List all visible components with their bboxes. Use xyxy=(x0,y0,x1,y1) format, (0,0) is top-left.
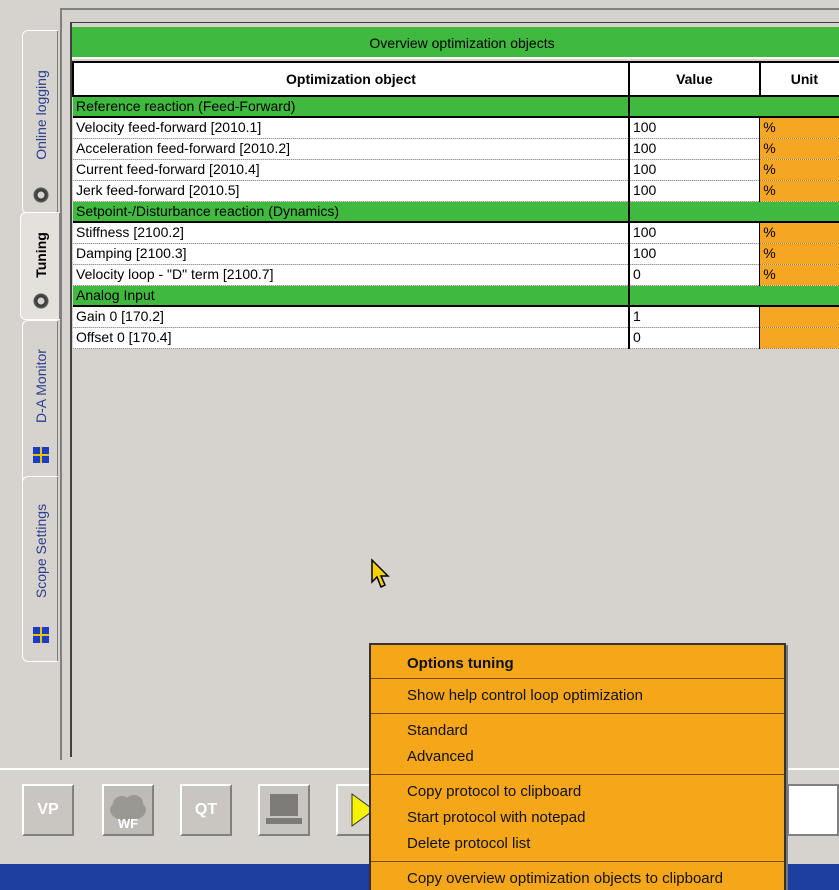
group-label: Analog Input xyxy=(73,285,630,307)
unit-cell xyxy=(759,306,839,328)
menu-separator xyxy=(371,861,784,862)
menu-item-delete-protocol-list[interactable]: Delete protocol list xyxy=(371,831,784,857)
group-label: Setpoint-/Disturbance reaction (Dynamics… xyxy=(73,201,630,223)
tab-tuning[interactable]: Tuning xyxy=(20,212,60,320)
vertical-tab-strip: Online logging Tuning D-A Monitor Scope … xyxy=(0,0,60,760)
unit-cell: % xyxy=(759,222,839,244)
tab-online-logging-label: Online logging xyxy=(32,69,49,160)
column-header-unit[interactable]: Unit xyxy=(758,61,839,97)
object-name: Offset 0 [170.4] xyxy=(73,327,630,349)
gear-icon xyxy=(32,293,49,309)
monitor-button[interactable] xyxy=(258,784,310,836)
group-unit-cell xyxy=(759,285,839,307)
menu-separator xyxy=(371,713,784,714)
group-row: Analog Input xyxy=(73,285,839,307)
menu-item-standard[interactable]: Standard xyxy=(371,718,784,744)
value-cell[interactable]: 100 xyxy=(628,180,760,202)
menu-item-copy-overview[interactable]: Copy overview optimization objects to cl… xyxy=(371,866,784,890)
table-row[interactable]: Stiffness [2100.2] 100 % xyxy=(73,222,839,244)
object-name: Acceleration feed-forward [2010.2] xyxy=(73,138,630,160)
group-unit-cell xyxy=(759,96,839,118)
tab-scope-settings[interactable]: Scope Settings xyxy=(22,476,58,662)
table-header-row: Optimization object Value Unit xyxy=(72,61,839,97)
options-tuning-menu: Options tuning Show help control loop op… xyxy=(369,643,786,890)
flag-icon xyxy=(32,447,49,463)
menu-title: Options tuning xyxy=(407,655,514,672)
toolbar-text-field[interactable] xyxy=(787,784,839,836)
tab-tuning-label: Tuning xyxy=(32,232,49,279)
object-name: Current feed-forward [2010.4] xyxy=(73,159,630,181)
group-unit-cell xyxy=(759,201,839,223)
column-header-value[interactable]: Value xyxy=(627,61,761,97)
group-value-cell xyxy=(628,201,760,223)
unit-cell: % xyxy=(759,138,839,160)
unit-cell xyxy=(759,327,839,349)
optimization-table: Optimization object Value Unit Reference… xyxy=(72,61,839,349)
object-name: Jerk feed-forward [2010.5] xyxy=(73,180,630,202)
object-name: Damping [2100.3] xyxy=(73,243,630,265)
grid-title: Overview optimization objects xyxy=(72,27,839,59)
value-cell[interactable]: 100 xyxy=(628,138,760,160)
object-name: Velocity feed-forward [2010.1] xyxy=(73,117,630,139)
table-row[interactable]: Jerk feed-forward [2010.5] 100 % xyxy=(73,180,839,202)
unit-cell: % xyxy=(759,159,839,181)
mouse-pointer-icon xyxy=(371,558,390,589)
value-cell[interactable]: 100 xyxy=(628,243,760,265)
table-row[interactable]: Velocity loop - "D" term [2100.7] 0 % xyxy=(73,264,839,286)
object-name: Stiffness [2100.2] xyxy=(73,222,630,244)
group-value-cell xyxy=(628,285,760,307)
value-cell[interactable]: 100 xyxy=(628,117,760,139)
object-name: Gain 0 [170.2] xyxy=(73,306,630,328)
table-row[interactable]: Damping [2100.3] 100 % xyxy=(73,243,839,265)
group-label: Reference reaction (Feed-Forward) xyxy=(73,96,630,118)
group-row: Setpoint-/Disturbance reaction (Dynamics… xyxy=(73,201,839,223)
unit-cell: % xyxy=(759,264,839,286)
column-header-object[interactable]: Optimization object xyxy=(72,61,630,97)
menu-item-copy-protocol[interactable]: Copy protocol to clipboard xyxy=(371,779,784,805)
tab-d-a-monitor-label: D-A Monitor xyxy=(32,348,49,423)
group-row: Reference reaction (Feed-Forward) xyxy=(73,96,839,118)
computer-icon xyxy=(266,794,302,824)
value-cell[interactable]: 0 xyxy=(628,264,760,286)
table-row[interactable]: Acceleration feed-forward [2010.2] 100 % xyxy=(73,138,839,160)
vp-button[interactable]: VP xyxy=(22,784,74,836)
table-row[interactable]: Velocity feed-forward [2010.1] 100 % xyxy=(73,117,839,139)
value-cell[interactable]: 1 xyxy=(628,306,760,328)
tab-online-logging[interactable]: Online logging xyxy=(22,30,58,214)
value-cell[interactable]: 0 xyxy=(628,327,760,349)
table-row[interactable]: Current feed-forward [2010.4] 100 % xyxy=(73,159,839,181)
cloud-icon: WF xyxy=(110,795,146,831)
menu-separator xyxy=(371,774,784,775)
value-cell[interactable]: 100 xyxy=(628,159,760,181)
unit-cell: % xyxy=(759,117,839,139)
table-row[interactable]: Offset 0 [170.4] 0 xyxy=(73,327,839,349)
object-name: Velocity loop - "D" term [2100.7] xyxy=(73,264,630,286)
menu-item-show-help[interactable]: Show help control loop optimization xyxy=(371,683,784,709)
menu-item-start-protocol-notepad[interactable]: Start protocol with notepad xyxy=(371,805,784,831)
value-cell[interactable]: 100 xyxy=(628,222,760,244)
tab-scope-settings-label: Scope Settings xyxy=(32,503,49,598)
wf-button[interactable]: WF xyxy=(102,784,154,836)
table-row[interactable]: Gain 0 [170.2] 1 xyxy=(73,306,839,328)
unit-cell: % xyxy=(759,180,839,202)
qt-button[interactable]: QT xyxy=(180,784,232,836)
gear-icon xyxy=(32,187,49,203)
menu-separator xyxy=(371,678,784,679)
menu-item-advanced[interactable]: Advanced xyxy=(371,744,784,770)
wf-button-label: WF xyxy=(118,816,138,831)
tab-d-a-monitor[interactable]: D-A Monitor xyxy=(22,320,58,492)
flag-icon xyxy=(32,627,49,643)
unit-cell: % xyxy=(759,243,839,265)
group-value-cell xyxy=(628,96,760,118)
